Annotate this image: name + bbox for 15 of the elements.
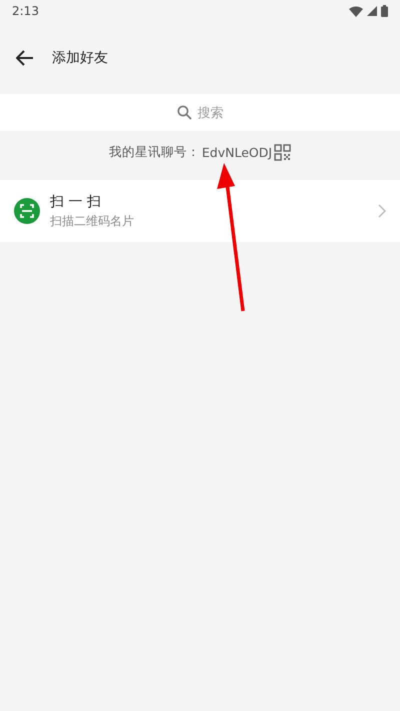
my-id-value: EdvNLeODJ <box>202 144 272 160</box>
page-title: 添加好友 <box>52 49 108 67</box>
item-subtitle: 扫描二维码名片 <box>50 212 135 230</box>
back-icon[interactable] <box>16 50 34 66</box>
status-time: 2:13 <box>12 4 39 18</box>
battery-icon <box>381 5 388 17</box>
wifi-icon <box>349 6 363 16</box>
signal-icon <box>367 6 377 16</box>
scan-icon <box>14 198 40 224</box>
item-title: 扫 一 扫 <box>50 192 102 210</box>
qr-code-icon[interactable] <box>274 144 292 160</box>
chevron-icon <box>378 204 386 218</box>
my-id-label: 我的星讯聊号： <box>108 144 200 160</box>
scan-list-item[interactable]: 扫 一 扫 扫描二维码名片 <box>0 180 400 242</box>
search-icon <box>176 105 192 120</box>
